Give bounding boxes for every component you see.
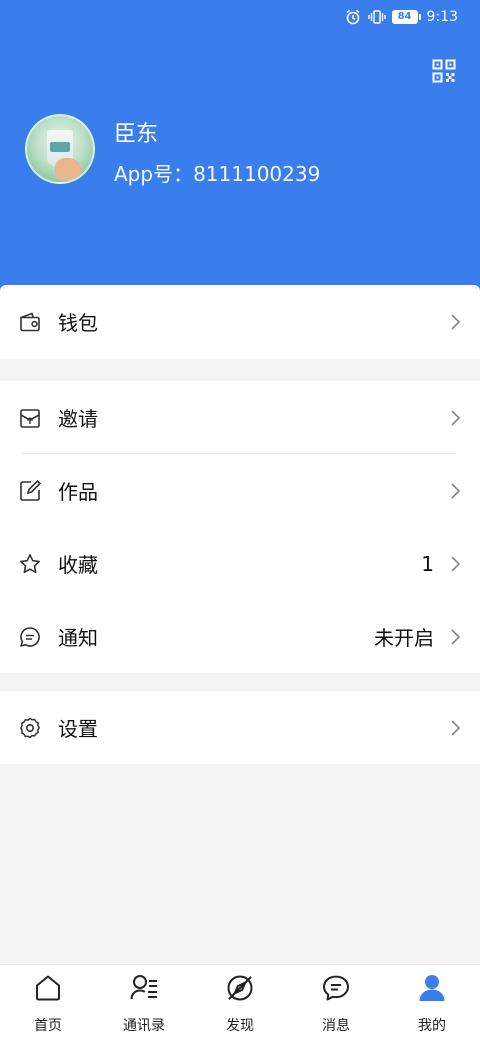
tab-contacts[interactable]: 通讯录: [96, 965, 192, 1040]
tab-label-messages: 消息: [322, 1018, 350, 1034]
tab-label-me: 我的: [418, 1018, 446, 1034]
battery-level: 84: [391, 10, 418, 24]
battery-icon: 84: [391, 10, 421, 24]
chevron-right-icon: [451, 555, 461, 572]
vibrate-icon: [367, 8, 386, 26]
profile-app-id: App号：8111100239: [114, 162, 321, 186]
tab-label-home: 首页: [34, 1018, 62, 1034]
chevron-right-icon: [451, 482, 461, 499]
notifications-status: 未开启: [374, 626, 434, 650]
menu-item-wallet[interactable]: 钱包: [0, 285, 480, 358]
contacts-icon: [130, 975, 157, 1000]
features-card: 邀请 作品 收藏 1 通知 未开启: [0, 381, 480, 673]
tab-label-discover: 发现: [226, 1018, 254, 1034]
tab-label-contacts: 通讯录: [123, 1018, 165, 1034]
wallet-card: 钱包: [0, 285, 480, 359]
menu-item-favorites[interactable]: 收藏 1: [0, 527, 480, 600]
settings-card: 设置: [0, 691, 480, 764]
profile-header: 84 9:13 臣东 App号：8111100239: [0, 0, 480, 292]
menu-label-invite: 邀请: [58, 407, 98, 431]
status-bar: 84 9:13: [344, 6, 458, 28]
menu-item-works[interactable]: 作品: [0, 454, 480, 527]
invite-icon: [20, 408, 40, 428]
profile-name: 臣东: [114, 122, 159, 147]
status-time: 9:13: [426, 9, 458, 25]
chevron-right-icon: [451, 719, 461, 736]
tab-me[interactable]: 我的: [384, 965, 480, 1040]
menu-item-invite[interactable]: 邀请: [0, 381, 480, 454]
bottom-tab-bar: 首页 通讯录 发现 消息 我的: [0, 964, 480, 1040]
tab-messages[interactable]: 消息: [288, 965, 384, 1040]
chevron-right-icon: [451, 313, 461, 330]
user-icon: [419, 975, 445, 1001]
favorites-count: 1: [421, 551, 434, 576]
star-icon: [20, 553, 40, 573]
menu-label-settings: 设置: [58, 717, 98, 741]
tab-discover[interactable]: 发现: [192, 965, 288, 1040]
message-icon: [20, 626, 40, 647]
menu-label-favorites: 收藏: [58, 553, 98, 577]
chevron-right-icon: [451, 628, 461, 645]
edit-icon: [20, 479, 42, 501]
discover-icon: [227, 975, 253, 1001]
avatar[interactable]: [25, 114, 95, 184]
menu-label-works: 作品: [58, 480, 98, 504]
wallet-icon: [20, 311, 40, 331]
menu-label-notifications: 通知: [58, 626, 98, 650]
chevron-right-icon: [451, 409, 461, 426]
menu-label-wallet: 钱包: [58, 311, 98, 335]
menu-item-settings[interactable]: 设置: [0, 691, 480, 764]
qr-code-icon[interactable]: [432, 59, 456, 83]
chat-icon: [323, 975, 349, 1001]
gear-icon: [20, 717, 40, 738]
tab-home[interactable]: 首页: [0, 965, 96, 1040]
alarm-icon: [344, 8, 362, 26]
home-icon: [36, 975, 60, 1001]
menu-item-notifications[interactable]: 通知 未开启: [0, 600, 480, 673]
